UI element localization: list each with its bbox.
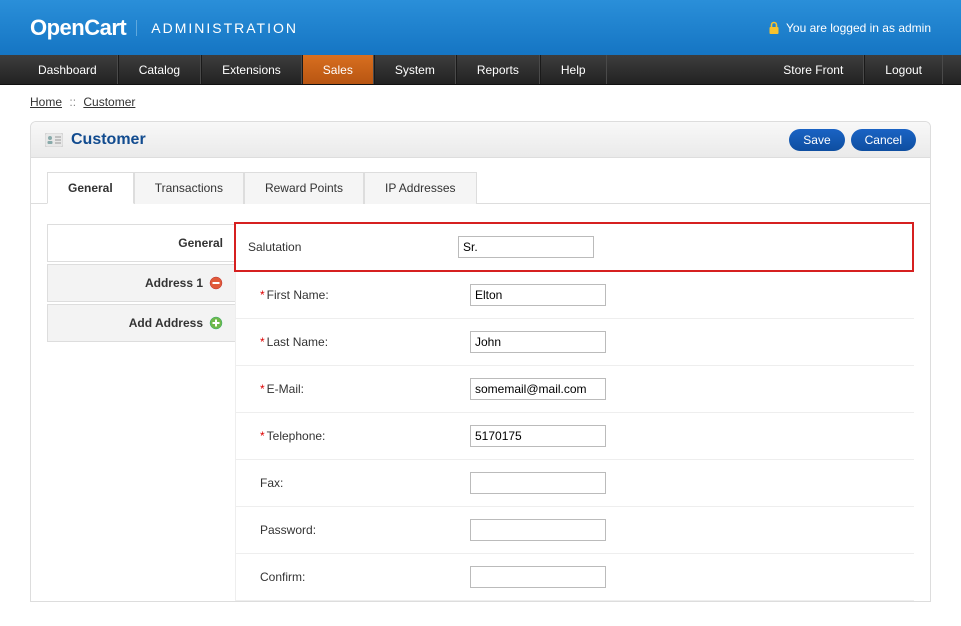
first-name-label: First Name: [267, 288, 329, 302]
lock-icon [768, 21, 780, 35]
main-nav: Dashboard Catalog Extensions Sales Syste… [0, 55, 961, 85]
required-marker: * [260, 429, 265, 443]
fax-input[interactable] [470, 472, 606, 494]
confirm-input[interactable] [470, 566, 606, 588]
breadcrumb: Home :: Customer [0, 85, 961, 121]
customer-icon [45, 133, 63, 147]
login-status-text: You are logged in as admin [786, 21, 931, 35]
password-input[interactable] [470, 519, 606, 541]
nav-reports[interactable]: Reports [456, 55, 540, 84]
form-fields: Salutation *First Name: *Last Name: *E-M… [235, 224, 914, 601]
app-header: OpenCart ADMINISTRATION You are logged i… [0, 0, 961, 55]
tab-transactions[interactable]: Transactions [134, 172, 244, 204]
page-title: Customer [71, 131, 146, 149]
breadcrumb-current[interactable]: Customer [83, 95, 135, 109]
breadcrumb-sep: :: [69, 95, 76, 109]
side-tab-add-address[interactable]: Add Address [47, 304, 235, 342]
plus-circle-icon[interactable] [209, 316, 223, 330]
field-row-fax: Fax: [236, 460, 914, 507]
side-tab-add-address-label: Add Address [129, 316, 203, 330]
salutation-input[interactable] [458, 236, 594, 258]
field-row-telephone: *Telephone: [236, 413, 914, 460]
field-row-confirm: Confirm: [236, 554, 914, 601]
form-area: General Address 1 Add Address [31, 204, 930, 601]
password-label: Password: [260, 523, 316, 537]
side-tab-address1-label: Address 1 [145, 276, 203, 290]
breadcrumb-home[interactable]: Home [30, 95, 62, 109]
last-name-input[interactable] [470, 331, 606, 353]
brand-logo: OpenCart [30, 15, 126, 41]
field-row-password: Password: [236, 507, 914, 554]
nav-dashboard[interactable]: Dashboard [18, 55, 118, 84]
telephone-input[interactable] [470, 425, 606, 447]
nav-store-front[interactable]: Store Front [763, 55, 864, 84]
field-row-salutation: Salutation [234, 222, 914, 272]
side-tab-general-label: General [178, 236, 223, 250]
required-marker: * [260, 382, 265, 396]
nav-sales[interactable]: Sales [302, 55, 374, 84]
tab-reward-points[interactable]: Reward Points [244, 172, 364, 204]
nav-logout[interactable]: Logout [864, 55, 943, 84]
cancel-button[interactable]: Cancel [851, 129, 916, 151]
salutation-label: Salutation [248, 240, 458, 254]
nav-help[interactable]: Help [540, 55, 607, 84]
side-tab-general[interactable]: General [47, 224, 235, 262]
header-login-status: You are logged in as admin [768, 21, 931, 35]
confirm-label: Confirm: [260, 570, 305, 584]
fax-label: Fax: [260, 476, 283, 490]
side-tab-address1[interactable]: Address 1 [47, 264, 235, 302]
tab-general[interactable]: General [47, 172, 134, 204]
last-name-label: Last Name: [267, 335, 328, 349]
side-tabs: General Address 1 Add Address [47, 224, 235, 601]
minus-circle-icon[interactable] [209, 276, 223, 290]
required-marker: * [260, 288, 265, 302]
content-box: Customer Save Cancel General Transaction… [30, 121, 931, 602]
tabs-bar: General Transactions Reward Points IP Ad… [31, 158, 930, 204]
field-row-first-name: *First Name: [236, 272, 914, 319]
field-row-last-name: *Last Name: [236, 319, 914, 366]
nav-system[interactable]: System [374, 55, 456, 84]
nav-extensions[interactable]: Extensions [201, 55, 302, 84]
save-button[interactable]: Save [789, 129, 844, 151]
tab-ip-addresses[interactable]: IP Addresses [364, 172, 477, 204]
email-label: E-Mail: [267, 382, 304, 396]
field-row-email: *E-Mail: [236, 366, 914, 413]
required-marker: * [260, 335, 265, 349]
email-input[interactable] [470, 378, 606, 400]
nav-catalog[interactable]: Catalog [118, 55, 201, 84]
brand-section: ADMINISTRATION [136, 20, 298, 36]
first-name-input[interactable] [470, 284, 606, 306]
content-header: Customer Save Cancel [31, 122, 930, 158]
telephone-label: Telephone: [267, 429, 326, 443]
